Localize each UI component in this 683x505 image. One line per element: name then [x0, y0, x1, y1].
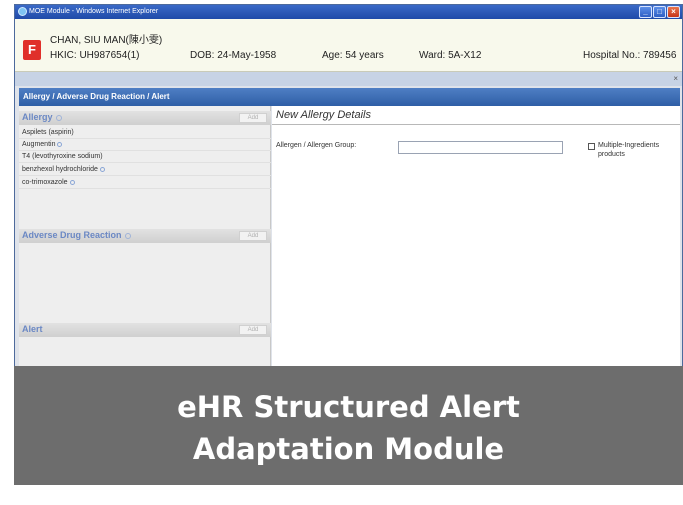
- patient-banner: F CHAN, SIU MAN(陳小雯) HKIC: UH987654(1) D…: [15, 19, 682, 72]
- window-titlebar: MOE Module - Windows Internet Explorer _…: [15, 5, 682, 19]
- caption-line-1: eHR Structured Alert: [177, 390, 520, 424]
- info-icon[interactable]: [69, 179, 75, 185]
- patient-dob: DOB: 24-May-1958: [190, 50, 277, 61]
- allergy-item[interactable]: T4 (levothyroxine sodium): [19, 151, 271, 163]
- divider: [272, 124, 680, 125]
- caption-line-2: Adaptation Module: [192, 432, 505, 466]
- internet-explorer-icon: [18, 7, 27, 16]
- patient-hkic: HKIC: UH987654(1): [50, 50, 140, 61]
- allergy-panel-header: Allergy Add: [19, 111, 271, 125]
- minimize-icon[interactable]: _: [639, 6, 652, 18]
- info-icon[interactable]: [57, 141, 63, 147]
- patient-name: CHAN, SIU MAN(陳小雯): [50, 35, 163, 46]
- close-icon[interactable]: ×: [667, 6, 680, 18]
- section-header: Allergy / Adverse Drug Reaction / Alert: [19, 88, 680, 106]
- allergen-label: Allergen / Allergen Group:: [276, 142, 357, 149]
- patient-age: Age: 54 years: [322, 50, 384, 61]
- multiple-ingredients-checkbox[interactable]: [588, 143, 595, 150]
- allergy-item[interactable]: Augmentin: [19, 139, 271, 151]
- allergen-input[interactable]: [398, 141, 563, 154]
- add-allergy-button[interactable]: Add: [239, 113, 267, 123]
- allergy-title: Allergy: [22, 112, 62, 122]
- add-adr-button[interactable]: Add: [239, 231, 267, 241]
- add-alert-button[interactable]: Add: [239, 325, 267, 335]
- info-icon[interactable]: [124, 232, 131, 239]
- details-title: New Allergy Details: [276, 109, 371, 121]
- alert-list-panel: Allergy Add Aspilets (aspirin) Augmentin…: [19, 106, 271, 396]
- alert-title: Alert: [22, 324, 43, 334]
- window-title: MOE Module - Windows Internet Explorer: [29, 8, 159, 15]
- alert-panel-header: Alert Add: [19, 323, 271, 337]
- toolbar-gap: ×: [15, 72, 682, 86]
- allergy-item[interactable]: co-trimoxazole: [19, 177, 271, 189]
- allergy-item[interactable]: Aspilets (aspirin): [19, 127, 271, 139]
- adr-panel-header: Adverse Drug Reaction Add: [19, 229, 271, 243]
- maximize-icon[interactable]: □: [653, 6, 666, 18]
- patient-ward: Ward: 5A-X12: [419, 50, 482, 61]
- caption-banner: eHR Structured Alert Adaptation Module: [14, 366, 683, 485]
- adr-title: Adverse Drug Reaction: [22, 230, 131, 240]
- info-icon[interactable]: [55, 114, 62, 121]
- multiple-ingredients-label: Multiple-Ingredients products: [598, 142, 660, 158]
- patient-hospital-no: Hospital No.: 789456: [583, 50, 677, 61]
- dismiss-icon[interactable]: ×: [673, 74, 678, 83]
- window-controls: _ □ ×: [639, 6, 680, 18]
- gender-badge: F: [23, 40, 41, 60]
- info-icon[interactable]: [99, 166, 105, 172]
- new-allergy-details-panel: New Allergy Details Allergen / Allergen …: [272, 106, 680, 396]
- allergy-item[interactable]: benzhexol hydrochloride: [19, 164, 271, 176]
